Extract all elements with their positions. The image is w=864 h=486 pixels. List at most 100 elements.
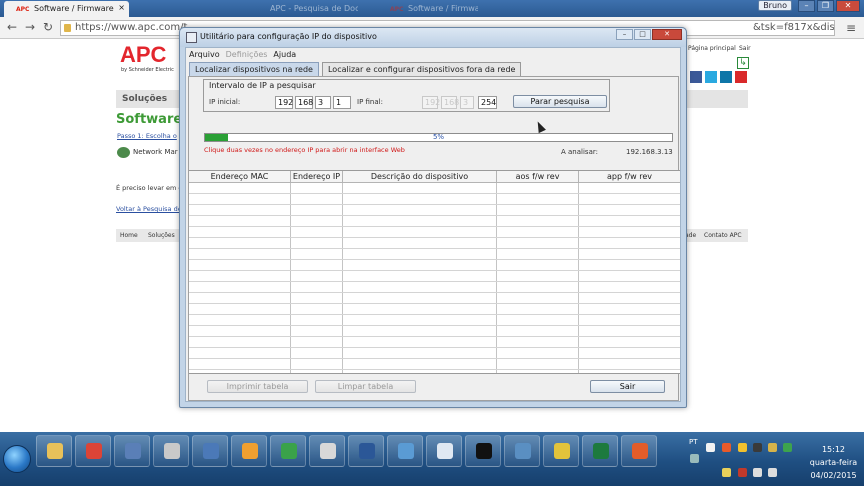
column-app-fw[interactable]: app f/w rev [579, 171, 680, 183]
reload-icon[interactable]: ↻ [43, 20, 53, 34]
footer-solutions-link[interactable]: Soluções [148, 232, 175, 239]
device-table: Endereço MAC Endereço IP Descrição do di… [189, 170, 680, 374]
step-link[interactable]: Passo 1: Escolha o [117, 132, 177, 140]
menu-file[interactable]: Arquivo [189, 50, 220, 61]
taskbar-app-button[interactable] [504, 435, 540, 467]
stop-search-button[interactable]: Parar pesquisa [513, 95, 607, 108]
tab-close-icon[interactable]: × [118, 3, 125, 12]
menu-settings[interactable]: Definições [226, 50, 268, 61]
close-icon[interactable]: ✕ [836, 0, 860, 12]
clock[interactable]: 15:12 quarta-feira 04/02/2015 [806, 443, 861, 482]
section-title[interactable]: Soluções [122, 94, 167, 104]
taskbar-app-button[interactable] [153, 435, 189, 467]
volume-icon[interactable] [768, 468, 777, 477]
minimize-icon[interactable]: – [616, 29, 633, 40]
end-ip-octet-3[interactable]: 3 [460, 96, 474, 109]
taskbar-app-button[interactable] [543, 435, 579, 467]
tray-security-icon[interactable] [768, 443, 777, 452]
taskbar-app-button[interactable] [426, 435, 462, 467]
chrome-icon [86, 443, 102, 459]
back-icon[interactable]: ← [7, 20, 17, 34]
column-ip[interactable]: Endereço IP [291, 171, 343, 183]
linkedin-icon[interactable] [720, 71, 732, 83]
taskbar-app-button[interactable] [387, 435, 423, 467]
column-description[interactable]: Descrição do dispositivo [343, 171, 497, 183]
taskbar-app-button[interactable] [309, 435, 345, 467]
exit-icon[interactable]: ↳ [737, 57, 749, 69]
minimize-icon[interactable]: – [798, 0, 815, 12]
page-heading: Software [116, 112, 183, 127]
table-rows[interactable] [189, 183, 680, 373]
menu-bar: Arquivo Definições Ajuda [186, 48, 296, 61]
maximize-icon[interactable]: □ [634, 29, 651, 40]
tray-flag-icon[interactable] [722, 468, 731, 477]
tab-find-on-network[interactable]: Localizar dispositivos na rede [189, 62, 319, 76]
user-profile-button[interactable]: Bruno [758, 0, 792, 11]
forward-icon[interactable]: → [25, 20, 35, 34]
tab-find-off-network[interactable]: Localizar e configurar dispositivos fora… [321, 62, 522, 76]
taskbar-app-button[interactable] [231, 435, 267, 467]
column-aos-fw[interactable]: aos f/w rev [497, 171, 579, 183]
tray-webcam-icon[interactable] [753, 443, 762, 452]
network-icon [117, 147, 130, 158]
footer-contact-link[interactable]: Contato APC [704, 232, 742, 239]
browser-tab-software-firmware-2[interactable]: APC Software / Firmware [378, 1, 478, 17]
tray-network-icon[interactable] [753, 468, 762, 477]
end-ip-octet-4[interactable]: 254 [478, 96, 497, 109]
keyboard-icon[interactable] [690, 454, 699, 463]
ip-range-title: Intervalo de IP a pesquisar [209, 81, 316, 90]
footer-home-link[interactable]: Home [120, 232, 138, 239]
home-link[interactable]: Página principal [688, 45, 736, 52]
taskbar-app-button[interactable] [348, 435, 384, 467]
browser-menu-icon[interactable]: ≡ [846, 21, 856, 35]
start-button[interactable] [3, 445, 31, 473]
taskbar-app-button[interactable] [75, 435, 111, 467]
back-to-search-link[interactable]: Voltar à Pesquisa de [116, 205, 182, 213]
browser-tab-document-search[interactable]: APC - Pesquisa de Documento [258, 1, 358, 17]
close-icon[interactable]: ✕ [652, 29, 682, 40]
browser-tab-software-firmware[interactable]: APC Software / Firmware × [4, 1, 129, 17]
taskbar-app-button[interactable] [621, 435, 657, 467]
tab-strip: APC Software / Firmware × APC - Pesquisa… [0, 0, 864, 17]
kaspersky-icon [281, 443, 297, 459]
start-ip-octet-2[interactable]: 168 [295, 96, 313, 109]
tray-antivirus-icon[interactable] [738, 468, 747, 477]
apc-logo: APC [120, 42, 167, 67]
taskbar-app-button[interactable] [114, 435, 150, 467]
menu-help[interactable]: Ajuda [273, 50, 296, 61]
twitter-icon[interactable] [705, 71, 717, 83]
windows-taskbar: PT 15:12 quarta-feira 04/02/2015 [0, 432, 864, 486]
start-ip-octet-3[interactable]: 3 [315, 96, 331, 109]
facebook-icon[interactable] [690, 71, 702, 83]
taskbar-app-button[interactable] [465, 435, 501, 467]
info-text: É preciso levar em c [116, 184, 182, 192]
clear-table-button[interactable]: Limpar tabela [315, 380, 416, 393]
end-ip-octet-1[interactable]: 192 [422, 96, 440, 109]
network-adapter-icon [515, 443, 531, 459]
tray-folder-icon[interactable] [738, 443, 747, 452]
double-click-hint: Clique duas vezes no endereço IP para ab… [204, 146, 405, 154]
youtube-icon[interactable] [735, 71, 747, 83]
brand-subtitle: by Schneider Electric [121, 67, 174, 73]
taskbar-app-button[interactable] [270, 435, 306, 467]
taskbar-app-button[interactable] [36, 435, 72, 467]
taskbar-app-button[interactable] [192, 435, 228, 467]
progress-label: 5% [432, 133, 445, 141]
taskbar-app-button[interactable] [582, 435, 618, 467]
start-ip-octet-4[interactable]: 1 [333, 96, 351, 109]
language-indicator[interactable]: PT [689, 438, 698, 446]
restore-icon[interactable]: ❐ [817, 0, 834, 12]
tray-app-icon[interactable] [722, 443, 731, 452]
dialog-titlebar[interactable]: Utilitário para configuração IP do dispo… [180, 28, 686, 47]
section-bar-right [686, 90, 748, 108]
logout-link[interactable]: Sair [739, 45, 751, 52]
start-ip-octet-1[interactable]: 192 [275, 96, 293, 109]
tray-update-icon[interactable] [783, 443, 792, 452]
exit-button[interactable]: Sair [590, 380, 665, 393]
end-ip-octet-2[interactable]: 168 [441, 96, 459, 109]
tab-bar: Localizar dispositivos na rede Localizar… [189, 62, 524, 76]
tray-arrow-icon[interactable] [706, 443, 715, 452]
print-table-button[interactable]: Imprimir tabela [207, 380, 308, 393]
column-mac[interactable]: Endereço MAC [189, 171, 291, 183]
excel-icon [593, 443, 609, 459]
